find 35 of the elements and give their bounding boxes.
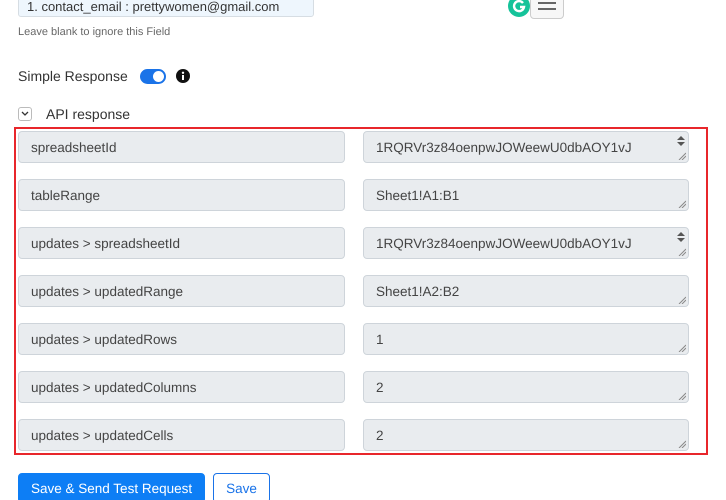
- resize-grip-icon: [678, 440, 686, 448]
- value-field[interactable]: 1: [363, 323, 689, 355]
- key-field: updates > updatedRange: [18, 275, 345, 307]
- scroll-arrows-icon: [676, 231, 686, 243]
- resize-grip-icon: [678, 344, 686, 352]
- value-field[interactable]: 1RQRVr3z84oenpwJOWeewU0dbAOY1vJ: [363, 227, 689, 259]
- api-response-label: API response: [46, 106, 130, 122]
- key-field: updates > spreadsheetId: [18, 227, 345, 259]
- simple-response-toggle[interactable]: [140, 68, 166, 84]
- simple-response-label: Simple Response: [18, 68, 128, 84]
- resize-grip-icon: [678, 296, 686, 304]
- value-field[interactable]: 2: [363, 371, 689, 403]
- info-icon: [176, 69, 190, 83]
- value-field[interactable]: 1RQRVr3z84oenpwJOWeewU0dbAOY1vJ: [363, 131, 689, 163]
- value-field[interactable]: Sheet1!A2:B2: [363, 275, 689, 307]
- resize-grip-icon: [678, 248, 686, 256]
- expand-toggle[interactable]: [18, 107, 32, 121]
- chevron-icon: [21, 111, 29, 117]
- scroll-arrows-icon: [676, 135, 686, 147]
- key-field: updates > updatedColumns: [18, 371, 345, 403]
- resize-grip-icon: [678, 392, 686, 400]
- value-field[interactable]: Sheet1!A1:B1: [363, 179, 689, 211]
- save-button[interactable]: Save: [213, 473, 270, 500]
- key-field: tableRange: [18, 179, 345, 211]
- mapped-field[interactable]: 1. contact_email : prettywomen@gmail.com: [18, 0, 314, 17]
- key-field: updates > updatedCells: [18, 419, 345, 451]
- save-button[interactable]: Save & Send Test Request: [18, 473, 206, 500]
- key-field: updates > updatedRows: [18, 323, 345, 355]
- resize-grip-icon: [678, 152, 686, 160]
- menu-button[interactable]: [530, 0, 564, 19]
- value-field[interactable]: 2: [363, 419, 689, 451]
- menu-icon: [538, 2, 556, 10]
- resize-grip-icon: [678, 200, 686, 208]
- key-field: spreadsheetId: [18, 131, 345, 163]
- field-hint: Leave blank to ignore this Field: [18, 26, 172, 38]
